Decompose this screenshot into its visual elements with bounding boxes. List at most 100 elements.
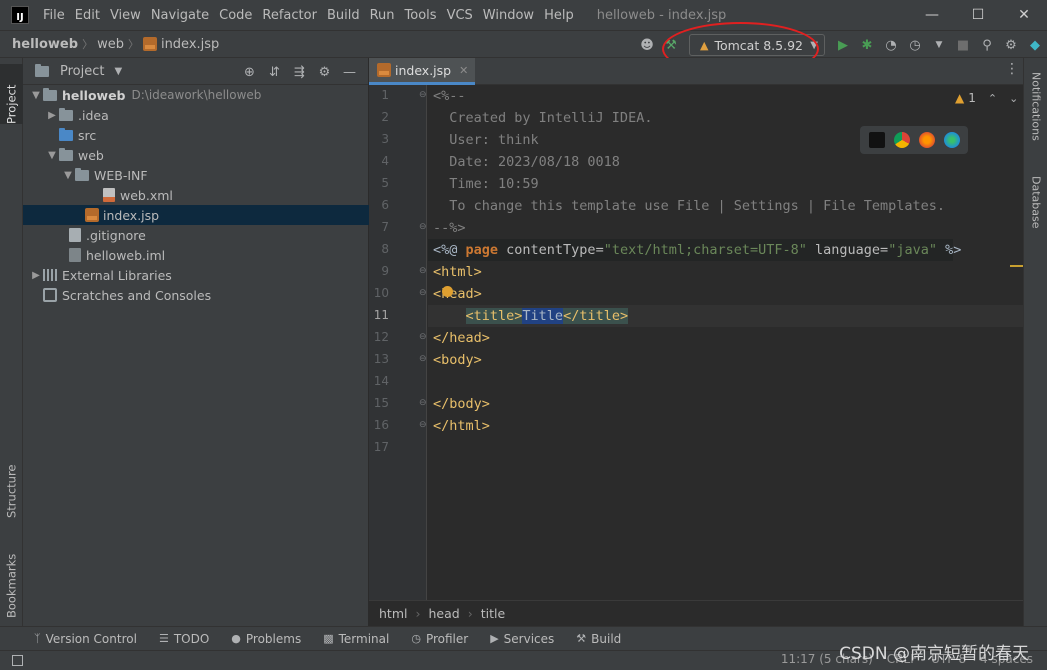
chevron-down-icon[interactable]: ▼ — [45, 150, 59, 161]
menu-help[interactable]: Help — [539, 8, 579, 23]
tool-tab-notifications[interactable]: Notifications — [1024, 72, 1047, 162]
iml-file-icon — [69, 248, 81, 262]
chevron-up-icon[interactable]: ⌃ — [988, 92, 997, 105]
close-window-button[interactable]: ✕ — [1001, 0, 1047, 30]
expand-all-icon[interactable]: ⇵ — [262, 61, 287, 83]
collapse-all-icon[interactable]: ⇶ — [287, 61, 312, 83]
breadcrumb-html[interactable]: html — [379, 606, 407, 621]
tool-problems[interactable]: ● Problems — [231, 632, 301, 646]
menu-tools[interactable]: Tools — [400, 8, 442, 23]
intention-bulb-icon[interactable] — [442, 286, 453, 297]
menu-edit[interactable]: Edit — [70, 8, 105, 23]
chevron-right-icon[interactable]: ▶ — [29, 270, 43, 281]
intellij-browser-icon[interactable] — [868, 132, 885, 148]
tool-terminal[interactable]: ▩ Terminal — [323, 632, 389, 646]
breadcrumb-web[interactable]: web — [97, 37, 124, 52]
locate-file-icon[interactable]: ⊕ — [237, 61, 262, 83]
menu-build[interactable]: Build — [322, 8, 365, 23]
breadcrumb-file[interactable]: index.jsp — [161, 37, 219, 52]
gear-icon[interactable]: ⚙ — [999, 33, 1023, 57]
tool-tab-database[interactable]: Database — [1024, 176, 1047, 246]
stop-icon[interactable]: ■ — [951, 33, 975, 57]
more-options-icon[interactable]: ⋮ — [1005, 61, 1019, 77]
menu-view[interactable]: View — [105, 8, 146, 23]
run-configuration-select[interactable]: ▲ Tomcat 8.5.92 ▼ — [689, 34, 825, 56]
tree-item-helloweb[interactable]: ▼ helloweb D:\ideawork\helloweb — [23, 85, 369, 105]
chevron-down-icon[interactable]: ▼ — [61, 170, 75, 181]
chevron-down-icon[interactable]: ▼ — [114, 66, 122, 77]
editor-tab-bar: index.jsp ✕ ⋮ — [369, 58, 1023, 85]
tool-tab-bookmarks[interactable]: Bookmarks — [0, 533, 23, 618]
tree-item-index-jsp[interactable]: index.jsp — [23, 205, 369, 225]
breadcrumb-head[interactable]: head — [428, 606, 459, 621]
code-line: <%-- — [433, 88, 466, 104]
maximize-button[interactable]: ☐ — [955, 0, 1001, 30]
chevron-right-icon[interactable]: ▶ — [45, 110, 59, 121]
browser-popup — [860, 126, 968, 154]
tree-item-label: helloweb — [62, 87, 126, 103]
menu-code[interactable]: Code — [214, 8, 257, 23]
code-editor[interactable]: <%-- Created by IntelliJ IDEA. User: thi… — [428, 85, 1023, 600]
tool-profiler[interactable]: ◷ Profiler — [411, 632, 468, 646]
tree-item-src[interactable]: src — [23, 125, 369, 145]
fold-icon[interactable]: ⊖ — [419, 332, 427, 342]
hide-panel-icon[interactable]: — — [337, 61, 362, 83]
tool-label: Profiler — [425, 631, 469, 646]
fold-icon[interactable]: ⊖ — [419, 266, 427, 276]
inspection-widget[interactable]: ▲ 1 ⌃ ⌄ — [955, 91, 1018, 105]
fold-icon[interactable]: ⊖ — [419, 398, 427, 408]
tool-version-control[interactable]: ᛉ Version Control — [34, 632, 137, 646]
fold-icon[interactable]: ⊖ — [419, 222, 427, 232]
fold-icon[interactable]: ⊖ — [419, 354, 427, 364]
chrome-icon[interactable] — [893, 132, 910, 148]
tree-item-scratches[interactable]: Scratches and Consoles — [23, 285, 369, 305]
coverage-icon[interactable]: ◔ — [879, 33, 903, 57]
toggle-tool-windows-icon[interactable] — [12, 655, 23, 666]
warning-stripe-marker[interactable] — [1010, 265, 1023, 267]
gear-icon[interactable]: ⚙ — [312, 61, 337, 83]
profile-icon[interactable]: ◷ — [903, 33, 927, 57]
menu-refactor[interactable]: Refactor — [257, 8, 322, 23]
more-run-options-icon[interactable]: ▼ — [927, 33, 951, 57]
tab-index-jsp[interactable]: index.jsp ✕ — [369, 58, 475, 85]
menu-navigate[interactable]: Navigate — [146, 8, 214, 23]
tree-item-gitignore[interactable]: .gitignore — [23, 225, 369, 245]
tree-item-web-inf[interactable]: ▼ WEB-INF — [23, 165, 369, 185]
close-icon[interactable]: ✕ — [459, 64, 468, 77]
minimize-button[interactable]: — — [909, 0, 955, 30]
menu-file[interactable]: File — [38, 8, 70, 23]
breadcrumb-project[interactable]: helloweb — [12, 37, 78, 52]
tree-item-web-xml[interactable]: web.xml — [23, 185, 369, 205]
tool-tab-structure[interactable]: Structure — [0, 448, 23, 519]
chevron-down-icon[interactable]: ⌄ — [1009, 92, 1018, 105]
tool-tab-project[interactable]: Project — [0, 64, 23, 124]
tree-item-iml[interactable]: helloweb.iml — [23, 245, 369, 265]
user-icon[interactable]: ☻ — [635, 33, 659, 57]
run-icon[interactable]: ▶ — [831, 33, 855, 57]
tree-item-label: index.jsp — [103, 207, 160, 223]
chevron-down-icon[interactable]: ▼ — [29, 90, 43, 101]
debug-icon[interactable]: ✱ — [855, 33, 879, 57]
menu-vcs[interactable]: VCS — [442, 8, 478, 23]
tree-item-idea[interactable]: ▶ .idea — [23, 105, 369, 125]
menu-window[interactable]: Window — [478, 8, 539, 23]
toolbox-icon[interactable]: ◆ — [1023, 33, 1047, 57]
fold-icon[interactable]: ⊖ — [419, 90, 427, 100]
edge-icon[interactable] — [943, 132, 960, 148]
search-icon[interactable]: ⚲ — [975, 33, 999, 57]
tool-build[interactable]: ⚒ Build — [576, 632, 621, 646]
fold-icon[interactable]: ⊖ — [419, 420, 427, 430]
folder-icon — [59, 107, 73, 121]
tree-item-external-libraries[interactable]: ▶ External Libraries — [23, 265, 369, 285]
tool-todo[interactable]: ☰ TODO — [159, 632, 209, 646]
title-open-tag: <title> — [465, 308, 523, 324]
project-panel-title[interactable]: Project — [60, 64, 104, 79]
firefox-icon[interactable] — [918, 132, 935, 148]
build-hammer-icon[interactable]: ⚒ — [659, 33, 683, 57]
tree-item-label: Scratches and Consoles — [62, 287, 212, 303]
menu-run[interactable]: Run — [365, 8, 400, 23]
breadcrumb-title[interactable]: title — [481, 606, 505, 621]
tool-services[interactable]: ▶ Services — [490, 632, 554, 646]
tree-item-web[interactable]: ▼ web — [23, 145, 369, 165]
fold-icon[interactable]: ⊖ — [419, 288, 427, 298]
